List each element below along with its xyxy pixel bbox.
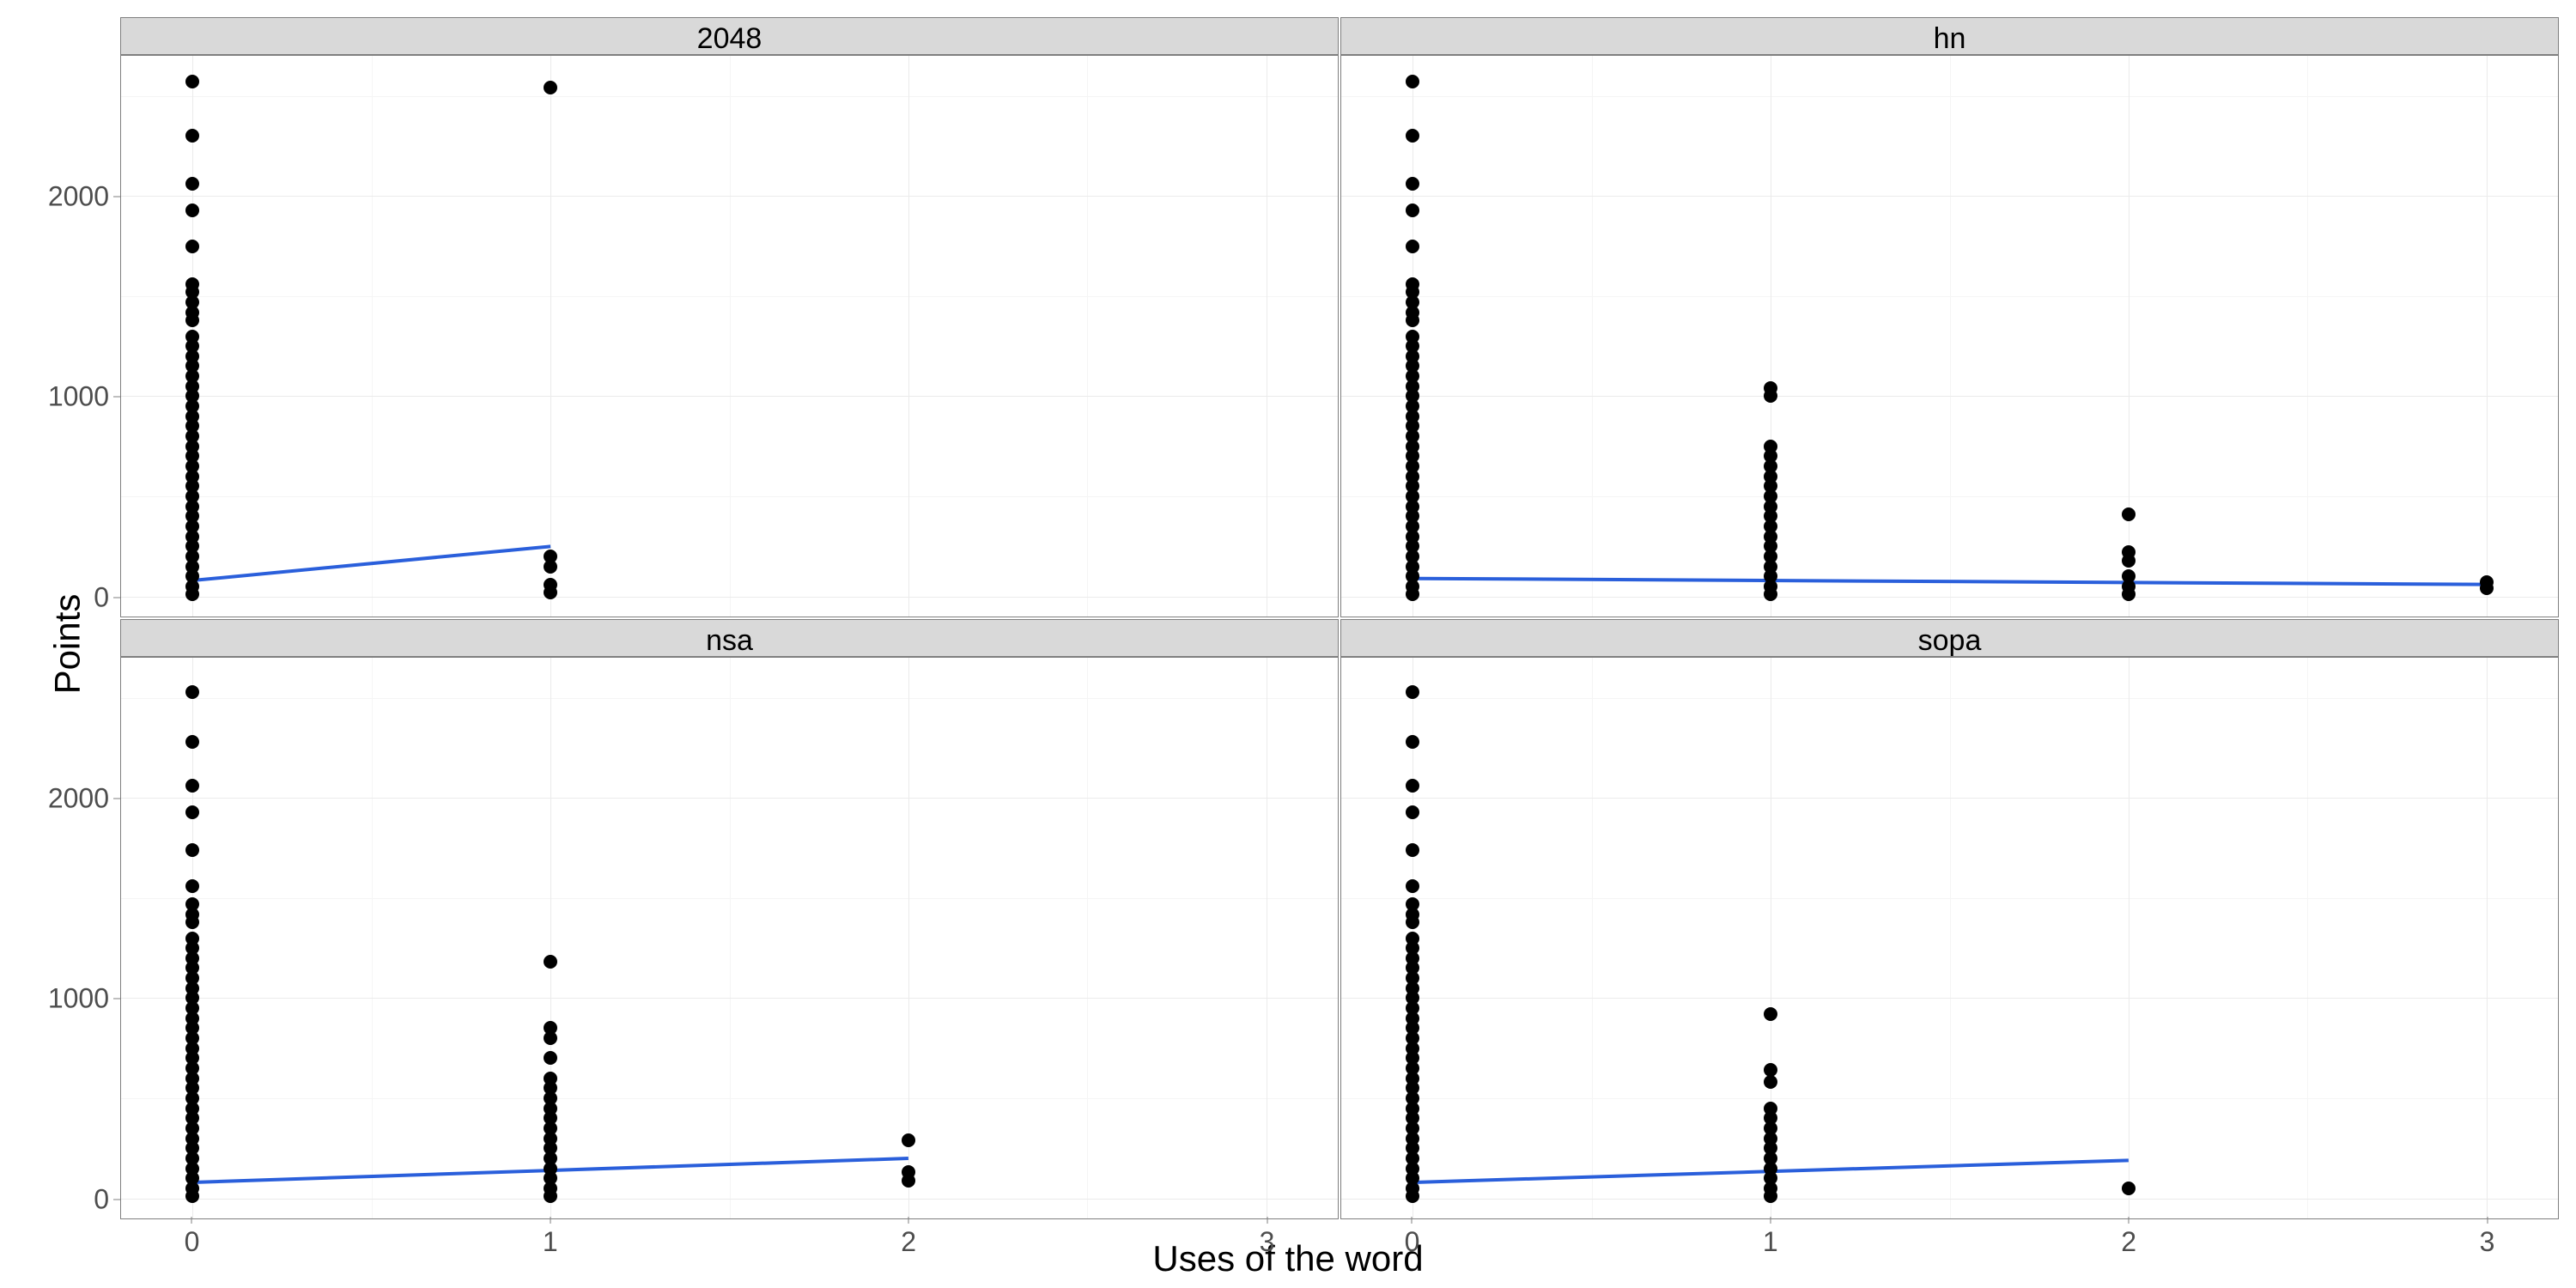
- data-point: [185, 177, 199, 191]
- data-point: [185, 129, 199, 143]
- data-point: [185, 587, 199, 601]
- data-point: [1764, 587, 1777, 601]
- facet-panel: [120, 657, 1339, 1219]
- facet-title: sopa: [1340, 619, 2559, 657]
- y-tick-label: 1000: [48, 381, 109, 413]
- x-tick-label: 0: [1405, 1226, 1420, 1258]
- data-point: [1406, 129, 1419, 143]
- facet-title: 2048: [120, 17, 1339, 55]
- x-tick-label: 2: [901, 1226, 916, 1258]
- y-tick-label: 0: [94, 1183, 109, 1215]
- facet-title: nsa: [120, 619, 1339, 657]
- data-point: [185, 735, 199, 749]
- facet-2048: 2048: [120, 17, 1339, 617]
- data-point: [185, 915, 199, 929]
- data-point: [1406, 204, 1419, 217]
- y-tick-labels: 010002000 010002000: [64, 17, 116, 1219]
- data-point: [185, 843, 199, 857]
- data-point: [1764, 1189, 1777, 1203]
- x-tick-labels: 0123 0123: [120, 1219, 2559, 1245]
- data-point: [1406, 879, 1419, 893]
- data-point: [2480, 581, 2494, 595]
- x-tick-label: 1: [543, 1226, 558, 1258]
- data-point: [2122, 587, 2136, 601]
- data-point: [1406, 915, 1419, 929]
- facet-nsa: nsa: [120, 619, 1339, 1219]
- data-point: [902, 1174, 915, 1188]
- x-tick-label: 1: [1763, 1226, 1778, 1258]
- y-tick-label: 0: [94, 581, 109, 613]
- data-point: [1406, 587, 1419, 601]
- data-point: [185, 240, 199, 253]
- data-point: [544, 1051, 557, 1065]
- data-point: [544, 1031, 557, 1045]
- data-point: [185, 805, 199, 819]
- data-point: [1406, 75, 1419, 88]
- data-point: [185, 313, 199, 327]
- y-tick-label: 1000: [48, 983, 109, 1015]
- facet-title: hn: [1340, 17, 2559, 55]
- x-tick-label: 0: [185, 1226, 200, 1258]
- facet-grid: 2048 hn nsa sopa: [120, 17, 2559, 1219]
- data-point: [1764, 1075, 1777, 1089]
- facet-panel: [1340, 55, 2559, 617]
- data-point: [2122, 554, 2136, 568]
- y-tick-label: 2000: [48, 783, 109, 815]
- data-point: [185, 779, 199, 793]
- data-point: [185, 75, 199, 88]
- data-point: [2122, 1182, 2136, 1195]
- x-tick-label: 3: [2480, 1226, 2495, 1258]
- data-point: [1406, 735, 1419, 749]
- data-point: [1764, 1007, 1777, 1021]
- data-point: [1406, 843, 1419, 857]
- data-point: [2122, 507, 2136, 521]
- data-point: [544, 955, 557, 969]
- data-point: [1406, 779, 1419, 793]
- data-point: [1406, 313, 1419, 327]
- data-point: [1406, 240, 1419, 253]
- chart-container: Points Uses of the word 010002000 010002…: [0, 0, 2576, 1288]
- data-point: [544, 1189, 557, 1203]
- facet-hn: hn: [1340, 17, 2559, 617]
- data-point: [1764, 389, 1777, 403]
- data-point: [544, 560, 557, 574]
- data-point: [1406, 177, 1419, 191]
- data-point: [1406, 805, 1419, 819]
- facet-panel: [120, 55, 1339, 617]
- facet-sopa: sopa: [1340, 619, 2559, 1219]
- y-tick-label: 2000: [48, 181, 109, 213]
- data-point: [185, 879, 199, 893]
- data-point: [544, 586, 557, 599]
- facet-panel: [1340, 657, 2559, 1219]
- data-point: [185, 1189, 199, 1203]
- data-point: [185, 204, 199, 217]
- data-point: [1406, 1189, 1419, 1203]
- data-point: [902, 1133, 915, 1147]
- data-point: [185, 685, 199, 699]
- x-tick-label: 3: [1260, 1226, 1275, 1258]
- x-tick-label: 2: [2121, 1226, 2136, 1258]
- data-point: [544, 81, 557, 94]
- data-point: [1406, 685, 1419, 699]
